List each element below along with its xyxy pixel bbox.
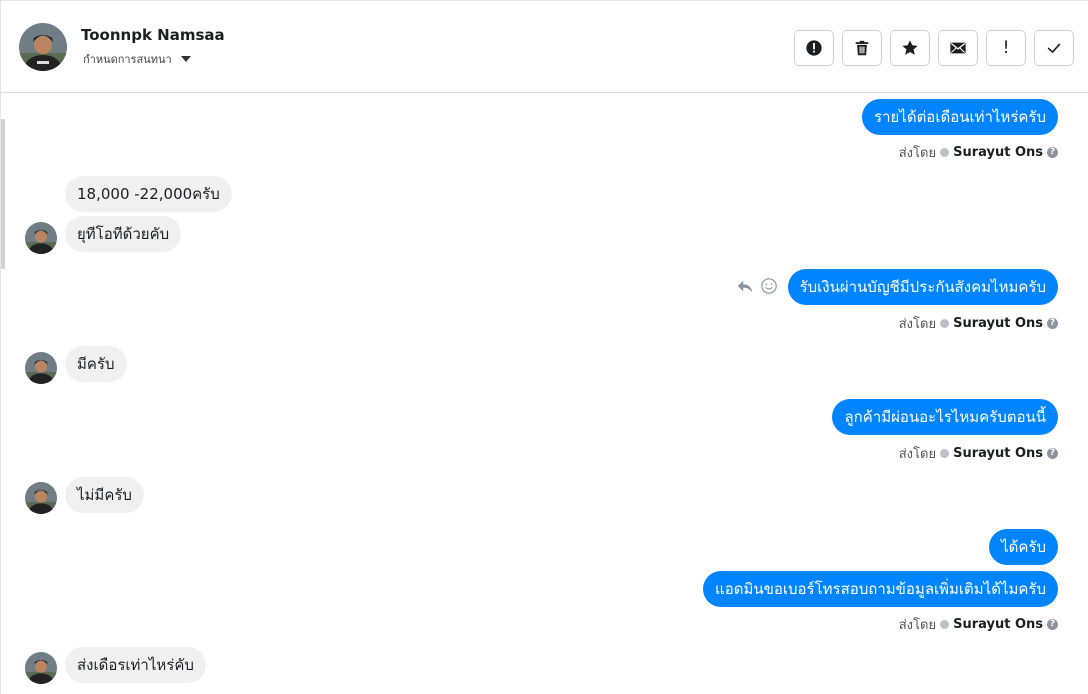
scrollbar-track[interactable]	[1, 119, 5, 269]
spam-button[interactable]	[794, 30, 834, 66]
check-icon	[940, 620, 950, 629]
contact-avatar-image	[25, 482, 57, 514]
help-icon[interactable]: ?	[1047, 448, 1058, 459]
sent-by-info: ส่งโดย Surayut Ons ?	[899, 142, 1058, 163]
help-icon[interactable]: ?	[1047, 318, 1058, 329]
check-icon	[940, 319, 950, 328]
contact-avatar-small[interactable]	[25, 482, 57, 514]
reply-icon[interactable]	[736, 277, 754, 295]
emoji-icon[interactable]	[760, 277, 778, 295]
outgoing-message[interactable]: ได้ครับ	[989, 529, 1058, 565]
delete-button[interactable]	[842, 30, 882, 66]
incoming-message[interactable]: มีครับ	[65, 346, 127, 382]
star-icon	[902, 40, 918, 55]
caret-down-icon	[180, 56, 191, 62]
sent-by-info: ส่งโดย Surayut Ons ?	[899, 614, 1058, 635]
contact-avatar-image	[19, 23, 67, 71]
star-button[interactable]	[890, 30, 930, 66]
envelope-icon	[950, 42, 966, 54]
check-icon	[940, 148, 950, 157]
sent-by-info: ส่งโดย Surayut Ons ?	[899, 443, 1058, 464]
trash-icon	[855, 40, 869, 56]
mark-unread-button[interactable]	[938, 30, 978, 66]
sent-by-agent[interactable]: Surayut Ons	[953, 316, 1043, 331]
help-icon[interactable]: ?	[1047, 619, 1058, 630]
outgoing-message[interactable]: ลูกค้ามีผ่อนอะไรไหมครับตอนนี้	[832, 399, 1058, 435]
conversation-header: Toonnpk Namsaa กำหนดการสนทนา !	[1, 1, 1088, 93]
sent-by-agent[interactable]: Surayut Ons	[953, 446, 1043, 461]
sent-by-agent[interactable]: Surayut Ons	[953, 617, 1043, 632]
alert-circle-icon	[806, 40, 822, 56]
sent-by-agent[interactable]: Surayut Ons	[953, 145, 1043, 160]
checkmark-icon	[1047, 43, 1061, 53]
contact-avatar[interactable]	[19, 23, 67, 71]
sent-by-info: ส่งโดย Surayut Ons ?	[899, 313, 1058, 334]
incoming-message[interactable]: 18,000 -22,000ครับ	[65, 176, 232, 212]
outgoing-message[interactable]: รายได้ต่อเดือนเท่าไหร่ครับ	[862, 99, 1058, 135]
outgoing-message[interactable]: แอดมินขอเบอร์โทรสอบถามข้อมูลเพิ่มเติมได้…	[703, 571, 1058, 607]
exclamation-icon: !	[1002, 38, 1010, 58]
label-selector[interactable]: กำหนดการสนทนา	[83, 50, 191, 68]
sent-by-prefix: ส่งโดย	[898, 146, 937, 161]
incoming-message[interactable]: ส่งเดือรเท่าไหร่คับ	[65, 647, 206, 683]
help-icon[interactable]: ?	[1047, 147, 1058, 158]
contact-avatar-image	[25, 352, 57, 384]
contact-avatar-image	[25, 222, 57, 254]
sent-by-prefix: ส่งโดย	[898, 317, 937, 332]
sent-by-prefix: ส่งโดย	[898, 618, 937, 633]
sent-by-prefix: ส่งโดย	[898, 447, 937, 462]
contact-avatar-small[interactable]	[25, 352, 57, 384]
conversation-panel: Toonnpk Namsaa กำหนดการสนทนา ! รายได้ต่อ…	[0, 0, 1088, 694]
contact-avatar-small[interactable]	[25, 222, 57, 254]
label-selector-text: กำหนดการสนทนา	[83, 53, 172, 66]
contact-avatar-image	[25, 652, 57, 684]
follow-up-button[interactable]: !	[986, 30, 1026, 66]
outgoing-message[interactable]: รับเงินผ่านบัญชีมีประกันสังคมไหมครับ	[787, 269, 1058, 305]
message-hover-tools	[736, 277, 778, 295]
mark-done-button[interactable]	[1034, 30, 1074, 66]
check-icon	[940, 449, 950, 458]
incoming-message[interactable]: ไม่มีครับ	[65, 477, 144, 513]
contact-name[interactable]: Toonnpk Namsaa	[81, 26, 225, 44]
contact-avatar-small[interactable]	[25, 652, 57, 684]
incoming-message[interactable]: ยุทีโอทีด้วยคับ	[65, 216, 182, 252]
conversation-actions: !	[794, 30, 1074, 66]
